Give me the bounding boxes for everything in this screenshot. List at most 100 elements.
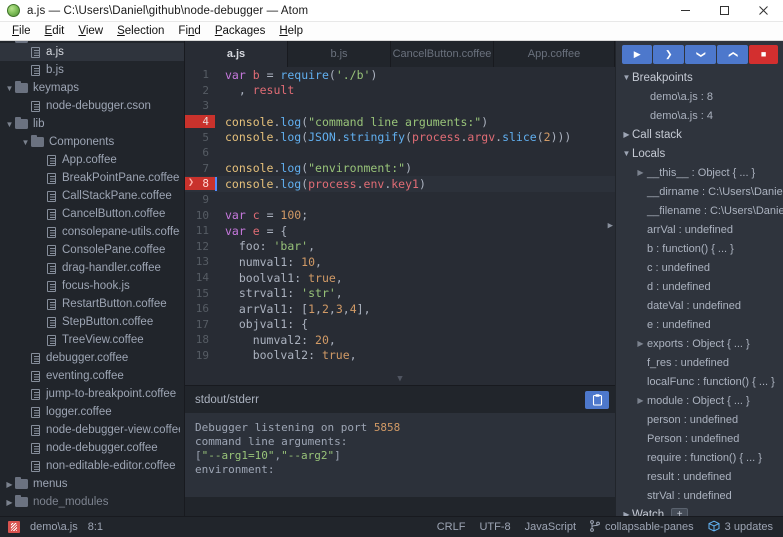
tree-file-row[interactable]: CallStackPane.coffee — [0, 187, 184, 205]
chevron-down-icon[interactable]: ▼ — [20, 138, 31, 147]
code-line[interactable]: 4 console.log("command line arguments:") — [185, 114, 615, 130]
local-variable-row[interactable]: localFunc : function() { ... } — [616, 372, 783, 391]
breakpoint-item[interactable]: demo\a.js : 8 — [616, 87, 783, 106]
chevron-down-icon[interactable]: ▼ — [4, 41, 15, 43]
local-variable-row[interactable]: require : function() { ... } — [616, 448, 783, 467]
code-line[interactable]: 17 objval1: { — [185, 317, 615, 333]
tree-folder-row[interactable]: ▶ menus — [0, 475, 184, 493]
line-number[interactable]: 5 — [185, 131, 215, 144]
stop-button[interactable]: ■ — [749, 45, 779, 64]
code-line[interactable]: 14 boolval1: true, — [185, 270, 615, 286]
line-number[interactable]: 16 — [185, 302, 215, 315]
menu-item-find[interactable]: Find — [171, 24, 207, 38]
tab-a-js[interactable]: a.js — [185, 41, 288, 67]
local-variable-row[interactable]: ▶ exports : Object { ... } — [616, 334, 783, 353]
line-number[interactable]: 10 — [185, 209, 215, 222]
code-line[interactable]: 18 numval2: 20, — [185, 332, 615, 348]
resume-button[interactable]: ▶ — [622, 45, 653, 64]
code-line[interactable]: 1 var b = require('./b') — [185, 67, 615, 83]
tab-bar[interactable]: a.js b.js CancelButton.coffee App.coffee — [185, 41, 615, 67]
status-grammar[interactable]: JavaScript — [525, 521, 576, 533]
tree-file-row[interactable]: node-debugger-view.coffee — [0, 421, 184, 439]
menu-item-help[interactable]: Help — [272, 24, 310, 38]
chevron-down-icon[interactable]: ▼ — [4, 84, 15, 93]
debugger-section-watch[interactable]: ▶ Watch + — [616, 505, 783, 516]
status-updates[interactable]: 3 updates — [708, 520, 773, 535]
status-cursor-position[interactable]: 8:1 — [88, 521, 103, 533]
line-number[interactable]: 3 — [185, 99, 215, 112]
code-line[interactable]: 11 var e = { — [185, 223, 615, 239]
local-variable-row[interactable]: c : undefined — [616, 258, 783, 277]
step-over-button[interactable]: ❯ — [653, 45, 685, 64]
tab-cancelbutton-coffee[interactable]: CancelButton.coffee — [391, 41, 494, 67]
tree-file-row[interactable]: eventing.coffee — [0, 367, 184, 385]
line-number[interactable]: 11 — [185, 224, 215, 237]
status-line-ending[interactable]: CRLF — [437, 521, 466, 533]
local-variable-row[interactable]: result : undefined — [616, 467, 783, 486]
tree-file-row[interactable]: a.js — [0, 43, 184, 61]
local-variable-row[interactable]: dateVal : undefined — [616, 296, 783, 315]
tree-folder-row[interactable]: ▶ node_modules — [0, 493, 184, 511]
tree-folder-row[interactable]: ▼ keymaps — [0, 79, 184, 97]
local-variable-row[interactable]: person : undefined — [616, 410, 783, 429]
tree-file-row[interactable]: b.js — [0, 61, 184, 79]
tree-file-row[interactable]: logger.coffee — [0, 403, 184, 421]
tree-file-row[interactable]: jump-to-breakpoint.coffee — [0, 385, 184, 403]
step-into-button[interactable]: ❯ — [685, 45, 717, 64]
clipboard-clear-icon[interactable] — [585, 390, 609, 409]
code-line[interactable]: 7 console.log("environment:") — [185, 161, 615, 177]
local-variable-row[interactable]: d : undefined — [616, 277, 783, 296]
chevron-right-icon[interactable]: ▶ — [4, 480, 15, 489]
tree-file-row[interactable]: CancelButton.coffee — [0, 205, 184, 223]
line-number[interactable]: 6 — [185, 146, 215, 159]
tree-file-row[interactable]: debugger.coffee — [0, 349, 184, 367]
breakpoint-marker[interactable]: ❯ 8 — [185, 177, 215, 191]
tree-file-row[interactable]: RestartButton.coffee — [0, 295, 184, 313]
status-git-branch[interactable]: collapsable-panes — [590, 519, 694, 535]
add-watch-button[interactable]: + — [671, 508, 689, 516]
code-line[interactable]: 9 — [185, 192, 615, 208]
line-number[interactable]: 19 — [185, 349, 215, 362]
breakpoint-marker[interactable]: 4 — [185, 115, 215, 129]
chevron-right-icon[interactable]: ▶ — [634, 339, 647, 348]
tree-folder-row[interactable]: ▼ lib — [0, 115, 184, 133]
line-number[interactable]: 1 — [185, 68, 215, 81]
chevron-down-icon[interactable]: ▼ — [397, 374, 402, 384]
line-number[interactable]: 13 — [185, 255, 215, 268]
line-number[interactable]: 14 — [185, 271, 215, 284]
code-line[interactable]: 10 var c = 100; — [185, 207, 615, 223]
local-variable-row[interactable]: e : undefined — [616, 315, 783, 334]
menu-item-view[interactable]: View — [71, 24, 110, 38]
menu-item-packages[interactable]: Packages — [208, 24, 273, 38]
tab-app-coffee[interactable]: App.coffee — [494, 41, 615, 67]
code-line[interactable]: 3 — [185, 98, 615, 114]
maximize-button[interactable] — [705, 0, 744, 22]
debugger-section-breakpoints[interactable]: ▼ Breakpoints — [616, 68, 783, 87]
tree-file-row[interactable]: TreeView.coffee — [0, 331, 184, 349]
tree-file-row[interactable]: consolepane-utils.coffee — [0, 223, 184, 241]
line-number[interactable]: 7 — [185, 162, 215, 175]
code-line[interactable]: 2 , result — [185, 83, 615, 99]
chevron-right-icon[interactable]: ▶ — [4, 498, 15, 507]
code-line[interactable]: 5 console.log(JSON.stringify(process.argv… — [185, 129, 615, 145]
tree-file-row[interactable]: node-debugger.coffee — [0, 439, 184, 457]
local-variable-row[interactable]: Person : undefined — [616, 429, 783, 448]
code-line[interactable]: 16 arrVal1: [1,2,3,4], — [185, 301, 615, 317]
expand-pane-icon[interactable]: ▶ — [608, 221, 613, 231]
line-number[interactable]: 17 — [185, 318, 215, 331]
code-line[interactable]: ❯ 8 console.log(process.env.key1) — [185, 176, 615, 192]
line-number[interactable]: 12 — [185, 240, 215, 253]
tree-file-row[interactable]: BreakPointPane.coffee — [0, 169, 184, 187]
status-file-path[interactable]: demo\a.js — [30, 521, 78, 533]
code-line[interactable]: 15 strval1: 'str', — [185, 285, 615, 301]
code-line[interactable]: 19 boolval2: true, — [185, 348, 615, 364]
menu-item-file[interactable]: File — [5, 24, 38, 38]
local-variable-row[interactable]: arrVal : undefined — [616, 220, 783, 239]
code-line[interactable]: 6 — [185, 145, 615, 161]
line-number[interactable]: 15 — [185, 287, 215, 300]
code-line[interactable]: 12 foo: 'bar', — [185, 239, 615, 255]
debugger-section-locals[interactable]: ▼ Locals — [616, 144, 783, 163]
menu-item-edit[interactable]: Edit — [38, 24, 72, 38]
text-editor[interactable]: 1 var b = require('./b') 2 , result 3 4 conso… — [185, 67, 615, 385]
tree-view[interactable]: ▼ demo a.js b.js ▼ keymaps node-debugger.cson ▼… — [0, 41, 185, 516]
